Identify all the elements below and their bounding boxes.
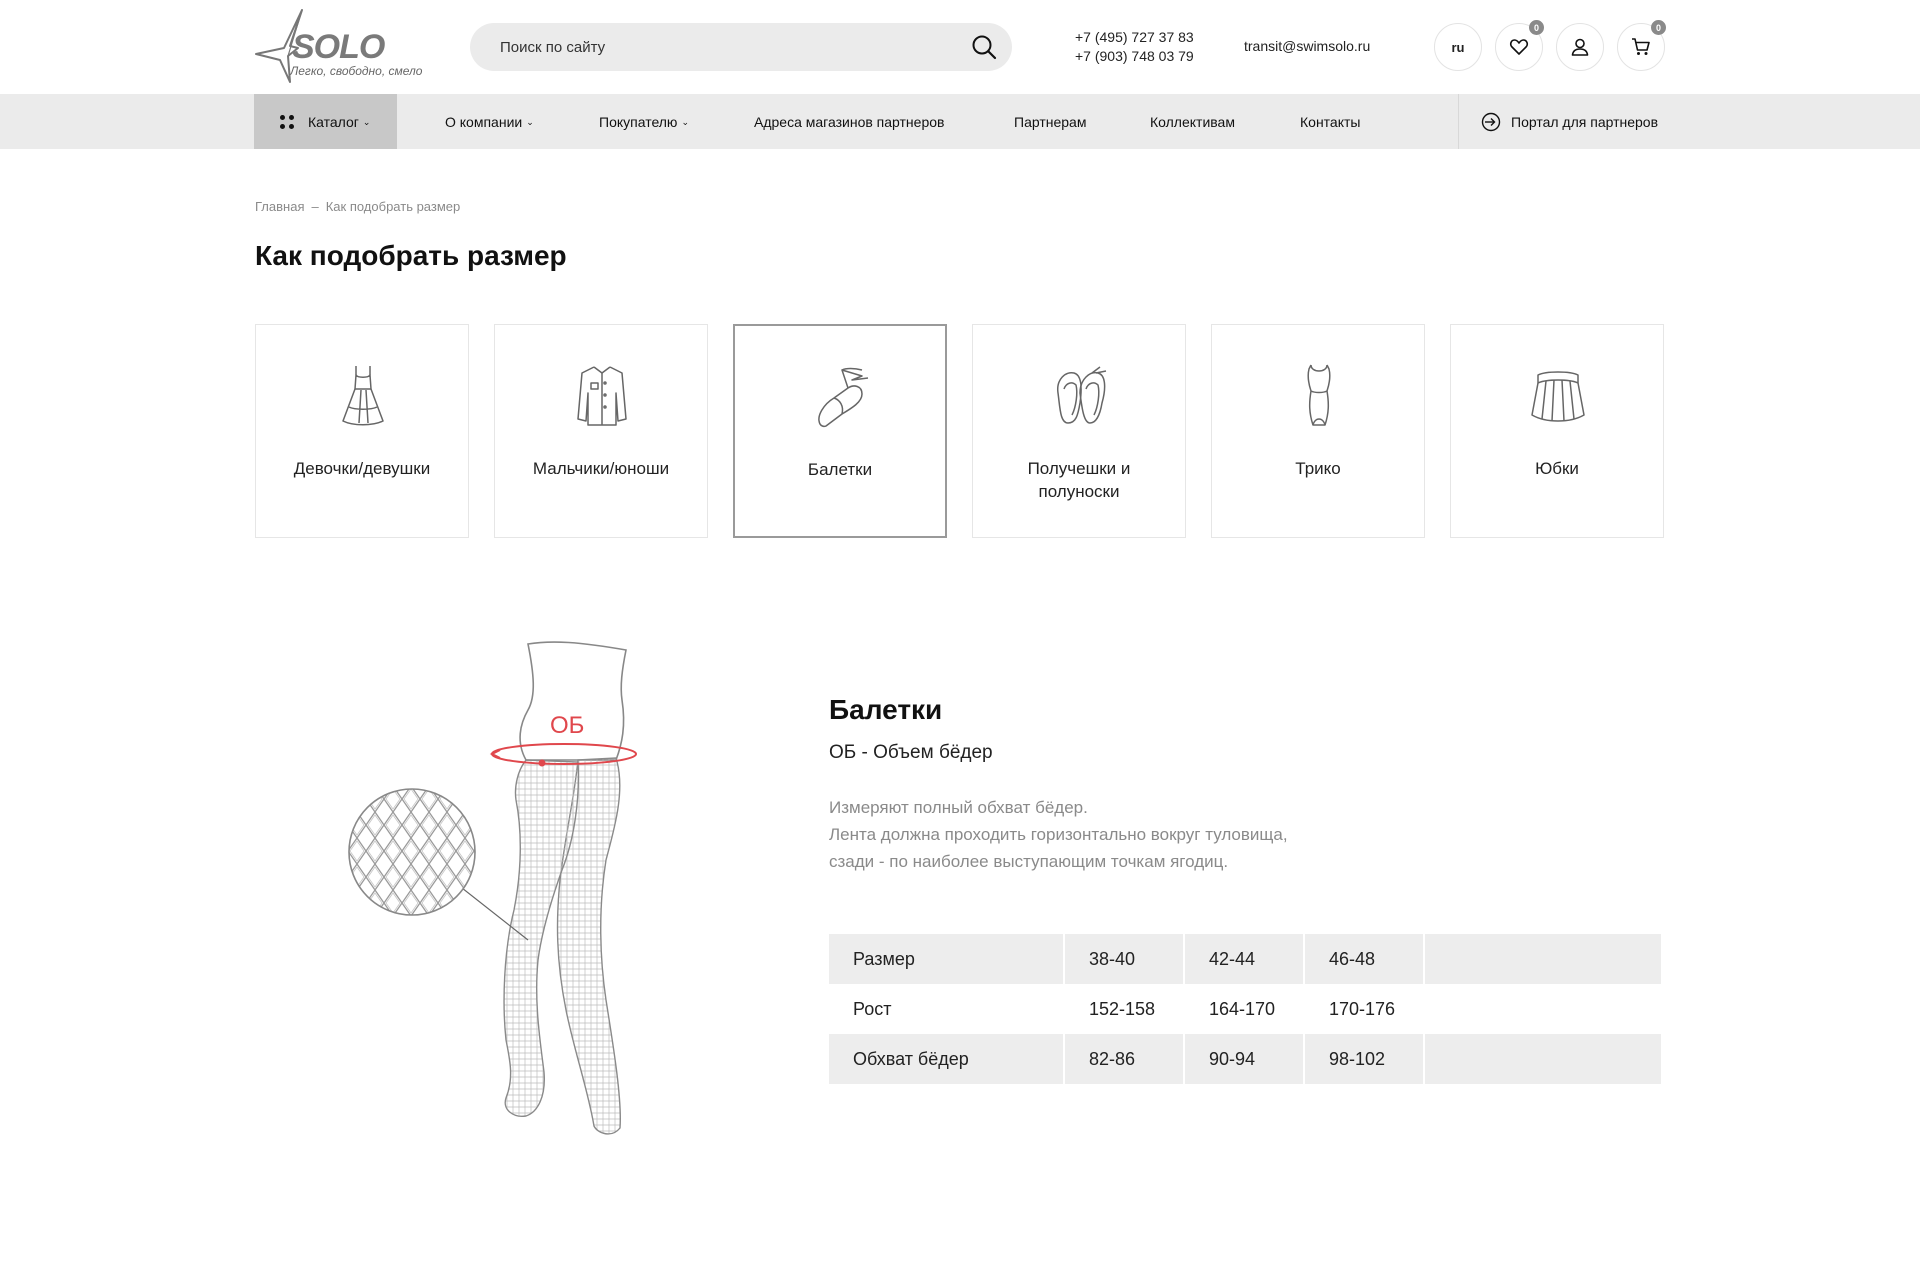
table-cell: 164-170 — [1209, 998, 1276, 1019]
breadcrumb-current: Как подобрать размер — [325, 199, 461, 214]
cart-icon — [1632, 38, 1650, 55]
table-cell: 46-48 — [1305, 934, 1423, 984]
legs-figure-image — [348, 641, 637, 1135]
table-cell: 82-86 — [1065, 1034, 1183, 1084]
table-cell: 98-102 — [1305, 1034, 1423, 1084]
cart-count-badge: 0 — [1651, 20, 1666, 35]
table-cell: 170-176 — [1329, 998, 1396, 1019]
category-card-ballet-shoes[interactable]: Балетки — [733, 324, 947, 538]
account-button[interactable] — [1556, 23, 1604, 71]
grid-icon — [280, 114, 294, 129]
category-label: Балетки — [807, 460, 873, 479]
table-cell: 38-40 — [1065, 934, 1183, 984]
category-card-boys[interactable]: Мальчики/юноши — [494, 324, 708, 538]
email-link[interactable]: transit@swimsolo.ru — [1244, 38, 1370, 54]
shirt-icon — [577, 366, 627, 426]
phone-link[interactable]: +7 (903) 748 03 79 — [1075, 47, 1194, 66]
heart-icon — [1509, 39, 1529, 55]
table-cell: Рост — [853, 998, 892, 1019]
instruction-line: сзади - по наиболее выступающим точкам я… — [829, 852, 1229, 871]
breadcrumb-separator: – — [311, 199, 319, 214]
category-card-girls[interactable]: Девочки/девушки — [255, 324, 469, 538]
table-cell — [1425, 934, 1661, 984]
page-title: Как подобрать размер — [255, 240, 567, 271]
phone-link[interactable]: +7 (495) 727 37 83 — [1075, 28, 1194, 47]
nav-item-label: Покупателю — [599, 113, 678, 130]
category-card-skirts[interactable]: Юбки — [1450, 324, 1664, 538]
table-row: Размер 38-40 42-44 46-48 — [829, 934, 1661, 984]
phone-list: +7 (495) 727 37 83 +7 (903) 748 03 79 — [1075, 28, 1194, 66]
nav-item-about[interactable]: О компании ⌄ — [445, 94, 534, 149]
nav-item-stores[interactable]: Адреса магазинов партнеров — [754, 94, 944, 149]
favorites-button[interactable]: 0 — [1495, 20, 1544, 71]
size-section-title: Балетки — [829, 694, 943, 725]
nav-divider — [1458, 94, 1459, 149]
table-cell: Размер — [829, 934, 1063, 984]
table-row: Обхват бёдер 82-86 90-94 98-102 — [829, 1034, 1661, 1084]
nav-catalog-button[interactable]: Каталог ⌄ — [254, 94, 397, 149]
category-label: Получешки и полуноски — [1027, 459, 1131, 501]
partner-portal-link[interactable]: Портал для партнеров — [1481, 94, 1658, 149]
skirt-icon — [1531, 371, 1585, 422]
dress-icon — [342, 366, 384, 426]
site-header: SOLO Легко, свободно, смело +7 (495) 727… — [0, 0, 1920, 94]
logo-tagline: Легко, свободно, смело — [290, 64, 423, 78]
search-bar — [470, 23, 1012, 71]
size-section-subtitle: ОБ - Объем бёдер — [829, 742, 993, 763]
chevron-down-icon: ⌄ — [362, 117, 371, 127]
table-cell: 42-44 — [1185, 934, 1303, 984]
nav-item-partners[interactable]: Партнерам — [1014, 94, 1086, 149]
category-label: Трико — [1295, 459, 1341, 478]
table-cell — [1425, 984, 1661, 1034]
hip-measurement-label: ОБ — [550, 712, 585, 739]
breadcrumb-home[interactable]: Главная — [255, 199, 304, 214]
breadcrumb: Главная – Как подобрать размер — [255, 199, 460, 214]
user-icon — [1571, 38, 1589, 56]
category-label: Юбки — [1535, 459, 1579, 478]
nav-item-contacts[interactable]: Контакты — [1300, 94, 1360, 149]
table-cell: 152-158 — [1089, 998, 1156, 1019]
language-switcher[interactable]: ru — [1434, 23, 1482, 71]
login-icon — [1481, 112, 1501, 131]
favorites-count-badge: 0 — [1529, 20, 1544, 35]
nav-catalog-label: Каталог — [308, 113, 359, 130]
logo-word: SOLO — [292, 28, 385, 66]
ballet-shoe-icon — [818, 367, 869, 428]
table-cell — [1425, 1034, 1661, 1084]
chevron-down-icon: ⌄ — [526, 117, 534, 127]
size-table: Размер 38-40 42-44 46-48 Рост 152-158 16… — [827, 934, 1663, 1084]
search-input[interactable] — [500, 23, 940, 71]
table-cell: 90-94 — [1185, 1034, 1303, 1084]
main-nav: Каталог ⌄ О компании ⌄ Покупателю ⌄ Адре… — [0, 94, 1920, 149]
logo[interactable]: SOLO Легко, свободно, смело — [254, 8, 423, 84]
search-button[interactable] — [970, 33, 998, 61]
instruction-line: Лента должна проходить горизонтально вок… — [829, 825, 1288, 844]
half-shoes-icon — [1057, 366, 1107, 424]
category-card-leotard[interactable]: Трико — [1211, 324, 1425, 538]
category-card-half-shoes[interactable]: Получешки и полуноски — [972, 324, 1186, 538]
cart-button[interactable]: 0 — [1617, 20, 1666, 71]
partner-portal-label: Портал для партнеров — [1511, 113, 1659, 130]
nav-item-buyers[interactable]: Покупателю ⌄ — [599, 94, 689, 149]
nav-item-collectives[interactable]: Коллективам — [1150, 94, 1235, 149]
search-icon — [972, 35, 997, 60]
leotard-icon — [1307, 364, 1331, 426]
measurement-instructions: Измеряют полный обхват бёдер. Лента долж… — [829, 794, 1389, 875]
chevron-down-icon: ⌄ — [681, 117, 689, 127]
table-cell: Обхват бёдер — [829, 1034, 1063, 1084]
category-label: Девочки/девушки — [293, 459, 431, 478]
hip-measurement-illustration: ОБ — [330, 630, 670, 1150]
instruction-line: Измеряют полный обхват бёдер. — [829, 798, 1088, 817]
category-label: Мальчики/юноши — [532, 459, 670, 478]
table-row: Рост 152-158 164-170 170-176 — [829, 984, 1661, 1034]
nav-item-label: О компании — [445, 113, 523, 130]
